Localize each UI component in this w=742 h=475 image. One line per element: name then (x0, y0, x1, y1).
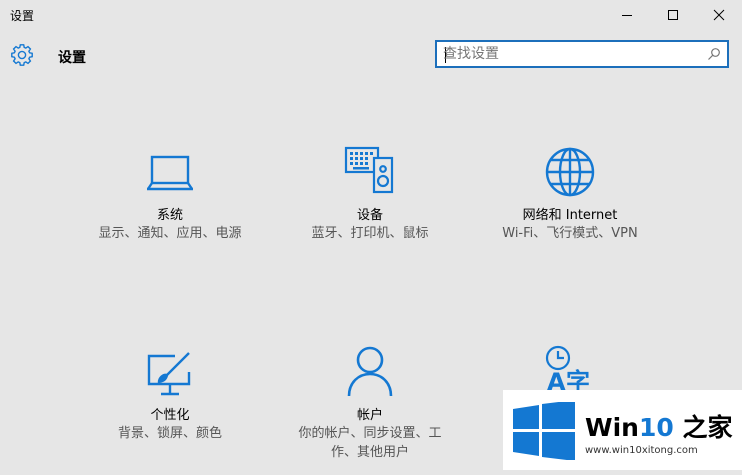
time-language-icon: A 字 (545, 345, 590, 394)
tile-devices-name: 设备 (356, 208, 383, 223)
tile-accounts-name: 帐户 (356, 408, 383, 423)
tile-devices[interactable]: 设备 蓝牙、打印机、鼠标 (275, 140, 465, 270)
keyboard-speaker-icon (344, 146, 394, 194)
watermark-url: www.win10xitong.com (585, 445, 698, 456)
tile-devices-desc: 蓝牙、打印机、鼠标 (311, 226, 429, 241)
paint-brush-icon (147, 352, 191, 396)
tile-personalization-name: 个性化 (150, 408, 190, 423)
maximize-button[interactable] (650, 0, 696, 30)
search-icon[interactable] (707, 47, 721, 61)
title-bar: 设置 (0, 0, 742, 30)
tile-network-desc: Wi-Fi、飞行模式、VPN (502, 226, 638, 241)
watermark-brand: Win10 之家 (585, 413, 733, 442)
tile-system-desc: 显示、通知、应用、电源 (98, 226, 242, 241)
tile-accounts[interactable]: 帐户 你的帐户、同步设置、工作、其他用户 (275, 340, 465, 470)
laptop-icon (147, 155, 193, 191)
tile-network-name: 网络和 Internet (522, 208, 618, 223)
close-button[interactable] (696, 0, 742, 30)
tile-network[interactable]: 网络和 Internet Wi-Fi、飞行模式、VPN (475, 140, 665, 270)
minimize-icon (622, 15, 632, 16)
tile-system-name: 系统 (156, 208, 183, 223)
minimize-button[interactable] (604, 0, 650, 30)
watermark-logo: Win10 之家 www.win10xitong.com (503, 390, 742, 470)
globe-icon (545, 147, 595, 197)
page-title: 设置 (58, 50, 86, 66)
gear-icon (11, 44, 33, 66)
window-title: 设置 (10, 9, 35, 23)
tile-personalization-desc: 背景、锁屏、颜色 (117, 426, 222, 441)
windows-logo-icon (513, 402, 575, 460)
maximize-icon (668, 10, 678, 20)
search-input[interactable] (443, 45, 705, 63)
tile-time-language[interactable]: A 字 (475, 340, 665, 394)
close-icon (713, 9, 725, 21)
tile-accounts-desc: 你的帐户、同步设置、工作、其他用户 (298, 426, 442, 460)
user-icon (347, 346, 393, 397)
tile-personalization[interactable]: 个性化 背景、锁屏、颜色 (75, 340, 265, 470)
search-box[interactable] (435, 40, 729, 68)
tile-system[interactable]: 系统 显示、通知、应用、电源 (75, 140, 265, 270)
